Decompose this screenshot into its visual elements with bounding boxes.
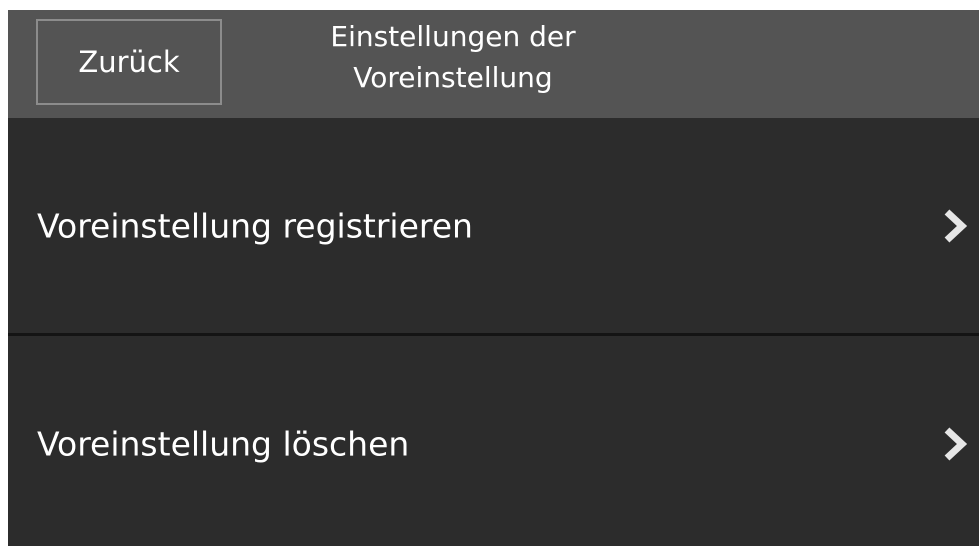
page-title: Einstellungen der Voreinstellung (330, 20, 576, 94)
menu-item-label: Voreinstellung löschen (37, 424, 410, 463)
chevron-right-icon (944, 426, 968, 461)
back-button[interactable]: Zurück (36, 19, 222, 105)
menu-item-register-preset[interactable]: Voreinstellung registrieren (8, 118, 979, 333)
chevron-right-icon (944, 208, 968, 243)
back-button-label: Zurück (78, 45, 180, 79)
header-bar: Zurück Einstellungen der Voreinstellung (8, 10, 979, 118)
preset-settings-screen: Zurück Einstellungen der Voreinstellung … (8, 10, 979, 546)
menu-item-label: Voreinstellung registrieren (37, 206, 473, 245)
menu-item-delete-preset[interactable]: Voreinstellung löschen (8, 336, 979, 546)
